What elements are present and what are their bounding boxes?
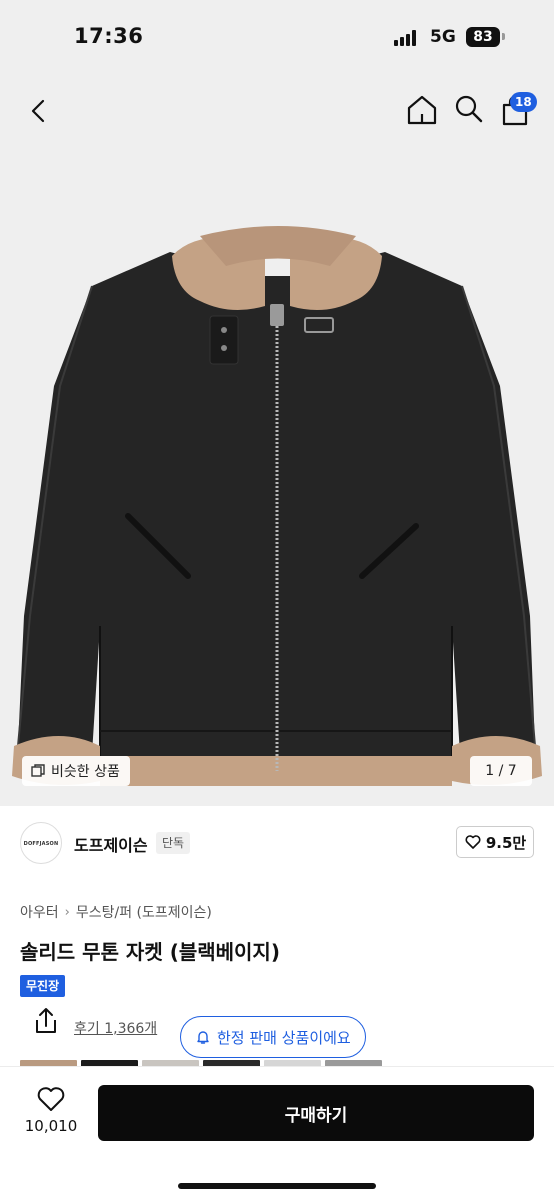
breadcrumb: 아우터 › 무스탕/퍼 (도프제이슨) — [20, 902, 212, 922]
signal-icon — [394, 30, 420, 46]
home-indicator — [178, 1183, 376, 1189]
heart-icon[interactable] — [36, 1085, 66, 1113]
product-gallery[interactable]: 18 비슷한 상품 1 / 7 — [0, 76, 554, 806]
similar-icon — [31, 764, 45, 777]
back-icon[interactable] — [22, 94, 56, 128]
product-image[interactable] — [0, 156, 554, 796]
breadcrumb-category[interactable]: 아우터 — [20, 902, 59, 922]
free-shipping-badge: 무진장 — [20, 975, 66, 997]
breadcrumb-subcategory[interactable]: 무스탕/퍼 (도프제이슨) — [76, 902, 212, 922]
chevron-right-icon: › — [64, 904, 70, 920]
bell-icon — [197, 1031, 209, 1044]
heart-icon — [465, 835, 481, 849]
limited-sale-label: 한정 판매 상품이에요 — [217, 1028, 351, 1047]
status-bar: 17:36 5G 83 — [0, 0, 554, 76]
product-title: 솔리드 무톤 자켓 (블랙베이지) — [20, 940, 280, 964]
bottom-purchase-bar: 10,010 구매하기 — [0, 1066, 554, 1200]
brand-row[interactable]: DOFFJASON 도프제이슨 단독 9.5만 — [20, 820, 534, 868]
battery-icon: 83 — [466, 27, 500, 47]
brand-name[interactable]: 도프제이슨 — [74, 832, 148, 856]
share-icon[interactable] — [20, 1002, 72, 1042]
exclusive-tag: 단독 — [156, 832, 191, 854]
reviews-link[interactable]: 후기 1,366개 — [74, 1018, 157, 1038]
image-page-counter: 1 / 7 — [470, 756, 532, 786]
similar-label: 비슷한 상품 — [51, 764, 120, 780]
brand-like-button[interactable]: 9.5만 — [456, 826, 534, 858]
brand-logo[interactable]: DOFFJASON — [20, 822, 62, 864]
cart-count-badge: 18 — [510, 92, 537, 112]
buy-button[interactable]: 구매하기 — [98, 1085, 534, 1141]
network-type: 5G — [430, 27, 456, 47]
like-count: 10,010 — [24, 1117, 78, 1135]
status-time: 17:36 — [74, 24, 144, 48]
home-icon[interactable] — [404, 92, 440, 128]
search-icon[interactable] — [452, 92, 486, 126]
battery-tip — [502, 33, 505, 40]
similar-products-button[interactable]: 비슷한 상품 — [22, 756, 130, 786]
brand-like-count: 9.5만 — [485, 833, 527, 852]
limited-sale-notice[interactable]: 한정 판매 상품이에요 — [180, 1016, 366, 1058]
